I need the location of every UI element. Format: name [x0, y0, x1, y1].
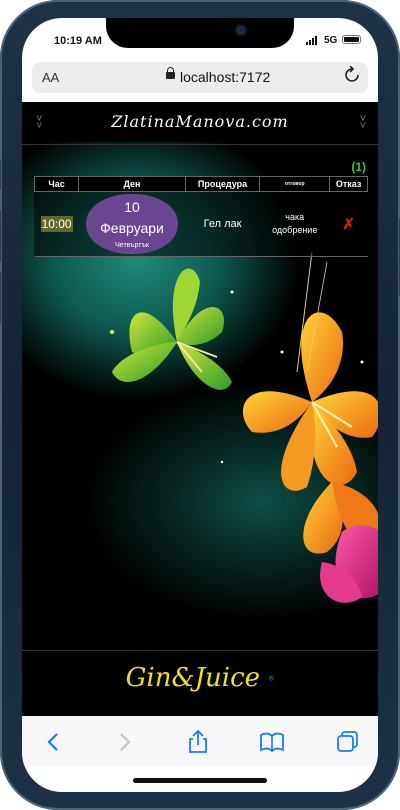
network-label: 5G	[324, 35, 338, 46]
signal-icon	[306, 36, 317, 45]
day-number: 10	[124, 199, 140, 215]
lock-icon	[166, 67, 175, 79]
camera-icon	[236, 25, 246, 35]
home-indicator	[133, 778, 267, 783]
tabs-icon[interactable]	[334, 728, 362, 756]
appointment-procedure: Гел лак	[185, 191, 260, 257]
flower-illustration	[110, 252, 378, 603]
table-row: 10:00 10 Февруари Четвъртък Гел лак чака…	[34, 191, 368, 257]
appointment-hour: 10:00	[40, 216, 73, 232]
day-weekday: Четвъртък	[115, 242, 149, 249]
browser-toolbar	[22, 716, 378, 766]
forward-icon[interactable]	[110, 728, 138, 756]
header-status: отговор	[259, 176, 331, 192]
header-day: Ден	[78, 176, 186, 192]
volume-down-button	[0, 272, 1, 324]
notch	[106, 18, 294, 48]
url-text[interactable]: localhost:7172	[180, 69, 270, 85]
screen: 10:19 AM 5G AA localhost:7172 ˅ ˅ Zlatin…	[22, 18, 378, 792]
appointment-day-badge: 10 Февруари Четвъртък	[86, 194, 179, 254]
volume-up-button	[0, 210, 1, 262]
header-procedure: Процедура	[184, 176, 261, 192]
appointments-table: Час Ден Процедура отговор Отказ 10:00 10	[33, 176, 368, 257]
web-page: ˅ ˅ ZlatinaManova.com ˅ ˅ (1) Час Ден Проц…	[22, 102, 378, 716]
header-hour: Час	[33, 176, 80, 192]
status-line-1: чака	[285, 212, 305, 222]
share-icon[interactable]	[184, 728, 212, 756]
site-footer: Gin&Juice ®	[22, 650, 378, 716]
status-line-2: одобрение	[272, 225, 318, 235]
text-size-button[interactable]: AA	[42, 70, 59, 85]
appointment-status: чака одобрение	[259, 191, 330, 257]
cancel-appointment-button[interactable]: ✗	[342, 216, 355, 233]
bookmarks-icon[interactable]	[258, 728, 286, 756]
reload-icon[interactable]	[344, 65, 360, 89]
battery-icon	[342, 35, 361, 44]
site-logo[interactable]: ZlatinaManova.com	[22, 112, 378, 131]
status-bar: 10:19 AM 5G	[22, 18, 378, 64]
back-icon[interactable]	[40, 728, 68, 756]
header-cancel: Отказ	[329, 176, 368, 192]
address-bar[interactable]: AA localhost:7172	[32, 62, 368, 93]
footer-logo-text: Gin&Juice	[125, 663, 261, 693]
mute-switch	[0, 160, 1, 190]
site-header: ˅ ˅ ZlatinaManova.com ˅ ˅	[22, 102, 378, 145]
appointments-count: (1)	[351, 160, 366, 174]
day-month: Февруари	[100, 220, 164, 236]
footer-logo: Gin&Juice ®	[22, 663, 378, 693]
footer-mark: ®	[268, 675, 275, 683]
phone-frame: 10:19 AM 5G AA localhost:7172 ˅ ˅ Zlatin…	[0, 0, 400, 810]
status-time: 10:19 AM	[54, 35, 102, 47]
table-header-row: Час Ден Процедура отговор Отказ	[33, 176, 368, 192]
chevron-down-icon[interactable]: ˅ ˅	[360, 114, 366, 132]
